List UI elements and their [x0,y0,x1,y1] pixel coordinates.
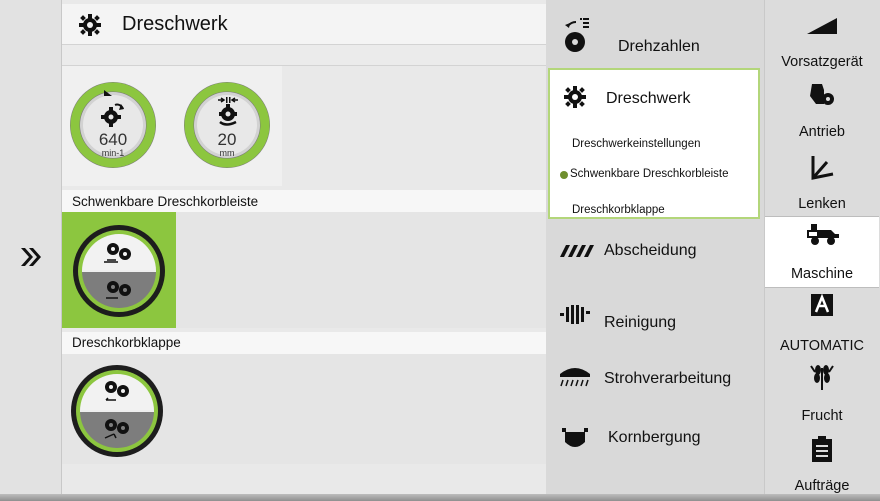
menu-label: Antrieb [799,124,845,140]
nav-item-strohverarbeitung[interactable]: Strohverarbeitung [546,352,764,412]
page-header: Dreschwerk [62,4,546,44]
header-icon [765,18,879,39]
menu-item-automatic[interactable]: AUTOMATIC [765,288,880,360]
subnav-item-active[interactable]: Schwenkbare Dreschkorbleiste [570,168,729,180]
nav-label: Strohverarbeitung [604,370,732,387]
straw-chopper-icon [558,364,592,393]
gauge-value: 20 [217,130,237,149]
concave-flap-toggle[interactable] [70,364,164,458]
separation-icon [560,244,594,262]
menu-label: Aufträge [794,478,850,494]
bottom-bar [0,494,880,501]
gauge-value: 640 [98,130,128,149]
combine-icon [765,224,879,251]
menu-label: AUTOMATIC [779,338,865,354]
section-label: Dreschkorbklappe [62,332,546,354]
nav-item-dreschwerk[interactable]: Dreschwerk Dreschwerkeinstellungen Schwe… [548,68,760,219]
concave-bar-toggle[interactable] [72,224,166,318]
nav-item-reinigung[interactable]: Reinigung [546,288,764,348]
automatic-icon [765,293,879,321]
flap-closed-icon [102,378,132,409]
drive-icon [765,82,879,113]
header-subbar [62,44,546,66]
menu-item-auftraege[interactable]: Aufträge [765,430,880,496]
nav-item-kornbergung[interactable]: Kornbergung [546,416,764,472]
nav-item-abscheidung[interactable]: Abscheidung [546,221,764,281]
cleaning-icon [560,302,590,333]
gear-icon [79,14,101,41]
threshing-speed-gauge[interactable]: 640 min-1 [68,80,158,170]
gauge-unit: min-1 [101,148,125,158]
menu-label: Lenken [798,196,846,212]
grain-tank-icon [562,428,588,457]
nav-label: Abscheidung [604,242,697,259]
steering-icon [765,154,879,185]
menu-item-maschine[interactable]: Maschine [765,216,880,288]
crop-icon [765,362,879,395]
expand-double-chevron-icon[interactable] [14,240,48,274]
clipboard-icon [765,436,879,467]
menu-label: Vorsatzgerät [781,54,863,70]
concave-gap-icon [214,96,242,133]
menu-label: Frucht [801,408,843,424]
menu-item-frucht[interactable]: Frucht [765,358,880,430]
section-label: Schwenkbare Dreschkorbleiste [62,190,546,212]
gauge-unit: mm [219,148,235,158]
speed-icon [562,16,590,59]
subnav-item[interactable]: Dreschkorbklappe [572,204,665,216]
menu-item-vorsatzgeraet[interactable]: Vorsatzgerät [765,4,880,76]
nav-label: Drehzahlen [618,38,700,55]
concave-bar-disengaged-icon [104,278,134,307]
concave-gap-gauge[interactable]: 20 mm [182,80,272,170]
menu-label: Maschine [790,266,854,282]
subnav-item[interactable]: Dreschwerkeinstellungen [572,138,700,150]
active-dot-icon [560,171,568,179]
page-title: Dreschwerk [122,13,228,35]
gear-icon [564,86,586,113]
nav-label: Dreschwerk [606,90,691,107]
nav-label: Kornbergung [608,429,701,446]
concave-bar-engaged-icon [104,240,134,269]
nav-label: Reinigung [604,314,677,331]
flap-open-icon [102,416,132,447]
rotor-speed-icon [99,102,125,133]
nav-item-drehzahlen[interactable]: Drehzahlen [546,0,764,68]
menu-item-lenken[interactable]: Lenken [765,146,880,218]
menu-item-antrieb[interactable]: Antrieb [765,74,880,146]
